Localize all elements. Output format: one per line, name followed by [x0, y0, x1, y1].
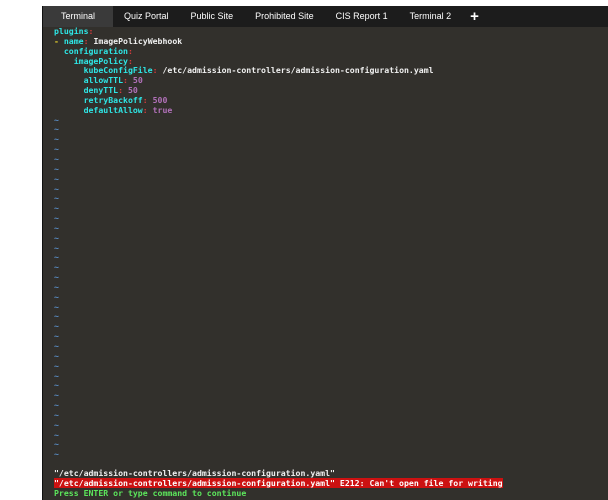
empty-line-tilde: ~	[54, 352, 608, 362]
tab-terminal-2[interactable]: Terminal 2	[399, 6, 463, 27]
code-line: - name: ImagePolicyWebhook	[54, 37, 608, 47]
empty-line-tilde: ~	[54, 244, 608, 254]
empty-line-tilde: ~	[54, 342, 608, 352]
empty-line-tilde: ~	[54, 362, 608, 372]
tab-bar: Terminal Quiz Portal Public Site Prohibi…	[43, 6, 608, 27]
empty-line-tilde: ~	[54, 116, 608, 126]
add-tab-button[interactable]: +	[462, 6, 487, 27]
code-line: defaultAllow: true	[54, 106, 608, 116]
empty-line-tilde: ~	[54, 401, 608, 411]
tab-terminal[interactable]: Terminal	[43, 6, 113, 27]
empty-line-tilde: ~	[54, 214, 608, 224]
tab-public-site[interactable]: Public Site	[180, 6, 245, 27]
empty-line-tilde: ~	[54, 322, 608, 332]
empty-line-tilde: ~	[54, 391, 608, 401]
empty-line-tilde: ~	[54, 125, 608, 135]
empty-line-tilde: ~	[54, 204, 608, 214]
empty-line-tilde: ~	[54, 224, 608, 234]
terminal-window[interactable]: Terminal Quiz Portal Public Site Prohibi…	[42, 6, 608, 500]
tab-cis-report-1[interactable]: CIS Report 1	[325, 6, 399, 27]
empty-line-tilde: ~	[54, 411, 608, 421]
vim-editor[interactable]: plugins:- name: ImagePolicyWebhook confi…	[43, 27, 608, 490]
empty-line-tilde: ~	[54, 431, 608, 441]
tab-prohibited-site[interactable]: Prohibited Site	[244, 6, 325, 27]
empty-line-tilde: ~	[54, 421, 608, 431]
empty-lines: ~~~~~~~~~~~~~~~~~~~~~~~~~~~~~~~~~~~	[54, 116, 608, 461]
empty-line-tilde: ~	[54, 273, 608, 283]
vim-status-area: "/etc/admission-controllers/admission-co…	[54, 469, 503, 499]
empty-line-tilde: ~	[54, 372, 608, 382]
empty-line-tilde: ~	[54, 440, 608, 450]
empty-line-tilde: ~	[54, 312, 608, 322]
empty-line-tilde: ~	[54, 381, 608, 391]
empty-line-tilde: ~	[54, 293, 608, 303]
empty-line-tilde: ~	[54, 145, 608, 155]
empty-line-tilde: ~	[54, 135, 608, 145]
empty-line-tilde: ~	[54, 263, 608, 273]
error-message: "/etc/admission-controllers/admission-co…	[54, 478, 503, 488]
empty-line-tilde: ~	[54, 155, 608, 165]
empty-line-tilde: ~	[54, 332, 608, 342]
empty-line-tilde: ~	[54, 185, 608, 195]
empty-line-tilde: ~	[54, 175, 608, 185]
tab-quiz-portal[interactable]: Quiz Portal	[113, 6, 180, 27]
empty-line-tilde: ~	[54, 303, 608, 313]
empty-line-tilde: ~	[54, 194, 608, 204]
empty-line-tilde: ~	[54, 165, 608, 175]
empty-line-tilde: ~	[54, 283, 608, 293]
empty-line-tilde: ~	[54, 450, 608, 460]
code-line: configuration:	[54, 47, 608, 57]
continue-prompt: Press ENTER or type command to continue	[54, 489, 503, 499]
empty-line-tilde: ~	[54, 253, 608, 263]
empty-line-tilde: ~	[54, 234, 608, 244]
